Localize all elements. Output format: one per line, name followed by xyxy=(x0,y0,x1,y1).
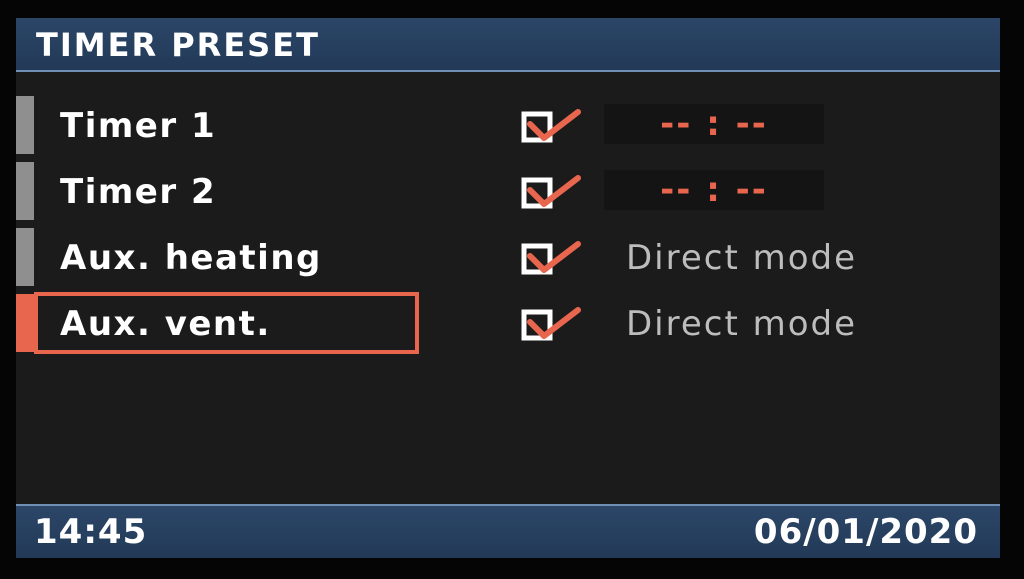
row-marker xyxy=(16,96,34,154)
time-value[interactable]: -- : -- xyxy=(604,170,824,210)
status-bar: 14:45 06/01/2020 xyxy=(16,504,1000,558)
checkbox-checked-icon[interactable] xyxy=(520,306,582,342)
menu-row-timer-2[interactable]: Timer 2 -- : -- xyxy=(16,160,1000,222)
menu-row-timer-1[interactable]: Timer 1 -- : -- xyxy=(16,94,1000,156)
menu-row-aux-vent[interactable]: Aux. vent. Direct mode xyxy=(16,292,1000,354)
row-marker xyxy=(16,294,34,352)
row-marker xyxy=(16,228,34,286)
row-label: Timer 2 xyxy=(60,172,217,212)
mode-value[interactable]: Direct mode xyxy=(626,238,857,278)
row-label: Aux. heating xyxy=(60,238,322,278)
clock-date: 06/01/2020 xyxy=(753,512,978,552)
mode-value[interactable]: Direct mode xyxy=(626,304,857,344)
clock-time: 14:45 xyxy=(34,512,148,552)
checkbox-checked-icon[interactable] xyxy=(520,240,582,276)
menu-row-aux-heating[interactable]: Aux. heating Direct mode xyxy=(16,226,1000,288)
checkbox-checked-icon[interactable] xyxy=(520,174,582,210)
page-title: TIMER PRESET xyxy=(36,26,320,64)
row-marker xyxy=(16,162,34,220)
header-bar: TIMER PRESET xyxy=(16,18,1000,72)
timer-preset-screen: TIMER PRESET Timer 1 -- : -- Timer 2 -- … xyxy=(16,18,1000,558)
time-value[interactable]: -- : -- xyxy=(604,104,824,144)
row-label: Aux. vent. xyxy=(60,304,271,344)
checkbox-checked-icon[interactable] xyxy=(520,108,582,144)
row-label: Timer 1 xyxy=(60,106,217,146)
